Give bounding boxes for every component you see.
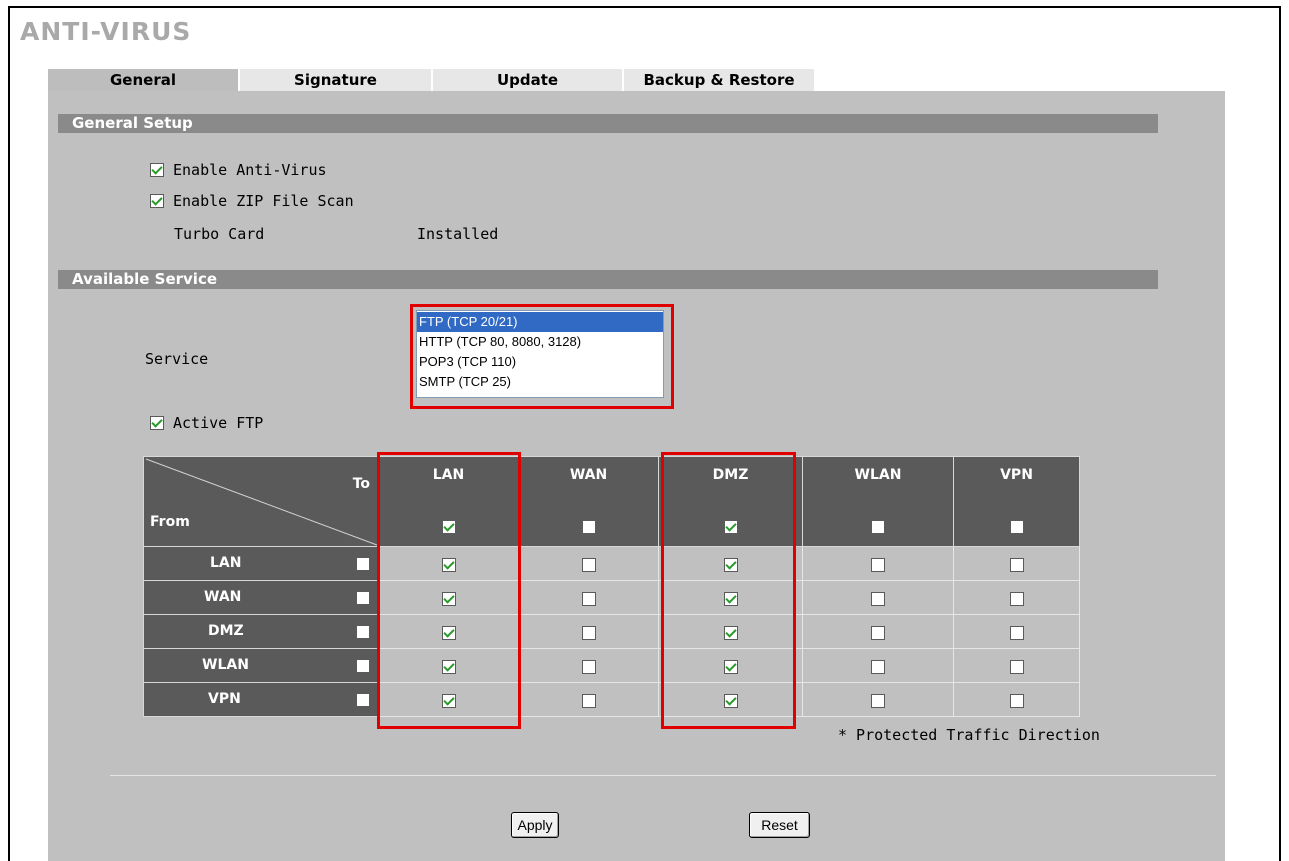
- cell-vpn-wlan: [802, 682, 954, 717]
- active-ftp-label: Active FTP: [173, 414, 264, 432]
- cell-wan-wlan: [802, 580, 954, 615]
- protected-traffic-footnote: * Protected Traffic Direction: [838, 726, 1100, 744]
- cell-lan-wlan: [802, 546, 954, 581]
- row-header-wlan: WLAN: [143, 648, 379, 683]
- turbo-card-label: Turbo Card: [174, 225, 265, 243]
- turbo-card-value: Installed: [417, 225, 499, 243]
- matrix-corner-cell: To From: [143, 456, 379, 547]
- service-label: Service: [145, 350, 209, 368]
- divider: [110, 775, 1216, 776]
- cell-wlan-wan-checkbox[interactable]: [581, 659, 596, 674]
- matrix-row-wlan: WLAN: [143, 648, 1080, 683]
- cell-vpn-wan-checkbox[interactable]: [581, 693, 596, 708]
- col-header-wlan: WLAN: [802, 456, 954, 547]
- row-header-vpn: VPN: [143, 682, 379, 717]
- cell-wlan-wlan: [802, 648, 954, 683]
- cell-wlan-vpn: [953, 648, 1080, 683]
- to-label: To: [352, 476, 370, 492]
- cell-dmz-wan-checkbox[interactable]: [581, 625, 596, 640]
- cell-dmz-wan: [518, 614, 659, 649]
- traffic-direction-matrix: To From LAN WAN DMZ WLAN VPN LAN WAN DMZ…: [143, 456, 1080, 717]
- cell-lan-vpn-checkbox[interactable]: [1009, 557, 1024, 572]
- section-available-service: Available Service: [58, 270, 1158, 289]
- row-lan-all-checkbox[interactable]: [356, 557, 370, 571]
- cell-wan-wan: [518, 580, 659, 615]
- enable-antivirus-label: Enable Anti-Virus: [173, 161, 327, 179]
- cell-vpn-vpn: [953, 682, 1080, 717]
- tab-signature[interactable]: Signature: [240, 69, 433, 91]
- row-vpn-all-checkbox[interactable]: [356, 693, 370, 707]
- cell-wlan-vpn-checkbox[interactable]: [1009, 659, 1024, 674]
- col-header-vpn-label: VPN: [1000, 467, 1033, 483]
- enable-zip-scan-label: Enable ZIP File Scan: [173, 192, 354, 210]
- matrix-row-lan: LAN: [143, 546, 1080, 581]
- cell-lan-wlan-checkbox[interactable]: [871, 557, 885, 572]
- cell-lan-vpn: [953, 546, 1080, 581]
- apply-button[interactable]: Apply: [511, 812, 559, 838]
- row-header-dmz-label: DMZ: [208, 623, 244, 639]
- active-ftp-row: Active FTP: [150, 414, 263, 432]
- enable-zip-scan-checkbox[interactable]: [150, 194, 164, 208]
- cell-wan-vpn: [953, 580, 1080, 615]
- matrix-row-vpn: VPN: [143, 682, 1080, 717]
- enable-antivirus-row: Enable Anti-Virus: [150, 161, 327, 179]
- tab-general[interactable]: General: [48, 69, 240, 91]
- page-title: ANTI-VIRUS: [20, 17, 192, 46]
- diagonal-line-icon: [145, 458, 378, 546]
- cell-vpn-vpn-checkbox[interactable]: [1009, 693, 1024, 708]
- highlight-dmz-column: [661, 452, 796, 729]
- row-header-wlan-label: WLAN: [202, 657, 249, 673]
- cell-wan-wan-checkbox[interactable]: [581, 591, 596, 606]
- cell-vpn-wlan-checkbox[interactable]: [871, 693, 885, 708]
- reset-button[interactable]: Reset: [749, 812, 810, 838]
- row-header-lan-label: LAN: [210, 555, 242, 571]
- cell-lan-wan: [518, 546, 659, 581]
- section-general-setup: General Setup: [58, 114, 1158, 133]
- row-dmz-all-checkbox[interactable]: [356, 625, 370, 639]
- cell-dmz-vpn-checkbox[interactable]: [1009, 625, 1024, 640]
- matrix-row-wan: WAN: [143, 580, 1080, 615]
- cell-dmz-vpn: [953, 614, 1080, 649]
- cell-wan-wlan-checkbox[interactable]: [871, 591, 885, 606]
- row-header-wan-label: WAN: [204, 589, 242, 605]
- highlight-lan-column: [377, 452, 521, 729]
- row-header-dmz: DMZ: [143, 614, 379, 649]
- cell-wlan-wlan-checkbox[interactable]: [871, 659, 885, 674]
- col-vpn-all-checkbox[interactable]: [1009, 520, 1024, 534]
- cell-wlan-wan: [518, 648, 659, 683]
- cell-dmz-wlan-checkbox[interactable]: [871, 625, 885, 640]
- col-header-wan-label: WAN: [569, 467, 608, 483]
- tab-backup-restore[interactable]: Backup & Restore: [624, 69, 816, 91]
- cell-lan-wan-checkbox[interactable]: [581, 557, 596, 572]
- row-wlan-all-checkbox[interactable]: [356, 659, 370, 673]
- col-header-wlan-label: WLAN: [854, 467, 902, 483]
- matrix-row-dmz: DMZ: [143, 614, 1080, 649]
- row-wan-all-checkbox[interactable]: [356, 591, 370, 605]
- cell-vpn-wan: [518, 682, 659, 717]
- tab-update[interactable]: Update: [433, 69, 624, 91]
- row-header-lan: LAN: [143, 546, 379, 581]
- cell-wan-vpn-checkbox[interactable]: [1009, 591, 1024, 606]
- col-wan-all-checkbox[interactable]: [581, 520, 596, 534]
- row-header-wan: WAN: [143, 580, 379, 615]
- row-header-vpn-label: VPN: [208, 691, 241, 707]
- col-header-wan: WAN: [518, 456, 659, 547]
- enable-zip-scan-row: Enable ZIP File Scan: [150, 192, 354, 210]
- enable-antivirus-checkbox[interactable]: [150, 163, 164, 177]
- col-wlan-all-checkbox[interactable]: [871, 520, 885, 534]
- cell-dmz-wlan: [802, 614, 954, 649]
- active-ftp-checkbox[interactable]: [150, 416, 164, 430]
- from-label: From: [150, 514, 190, 530]
- highlight-service-box: [410, 304, 674, 409]
- col-header-vpn: VPN: [953, 456, 1080, 547]
- tab-bar: General Signature Update Backup & Restor…: [48, 69, 816, 91]
